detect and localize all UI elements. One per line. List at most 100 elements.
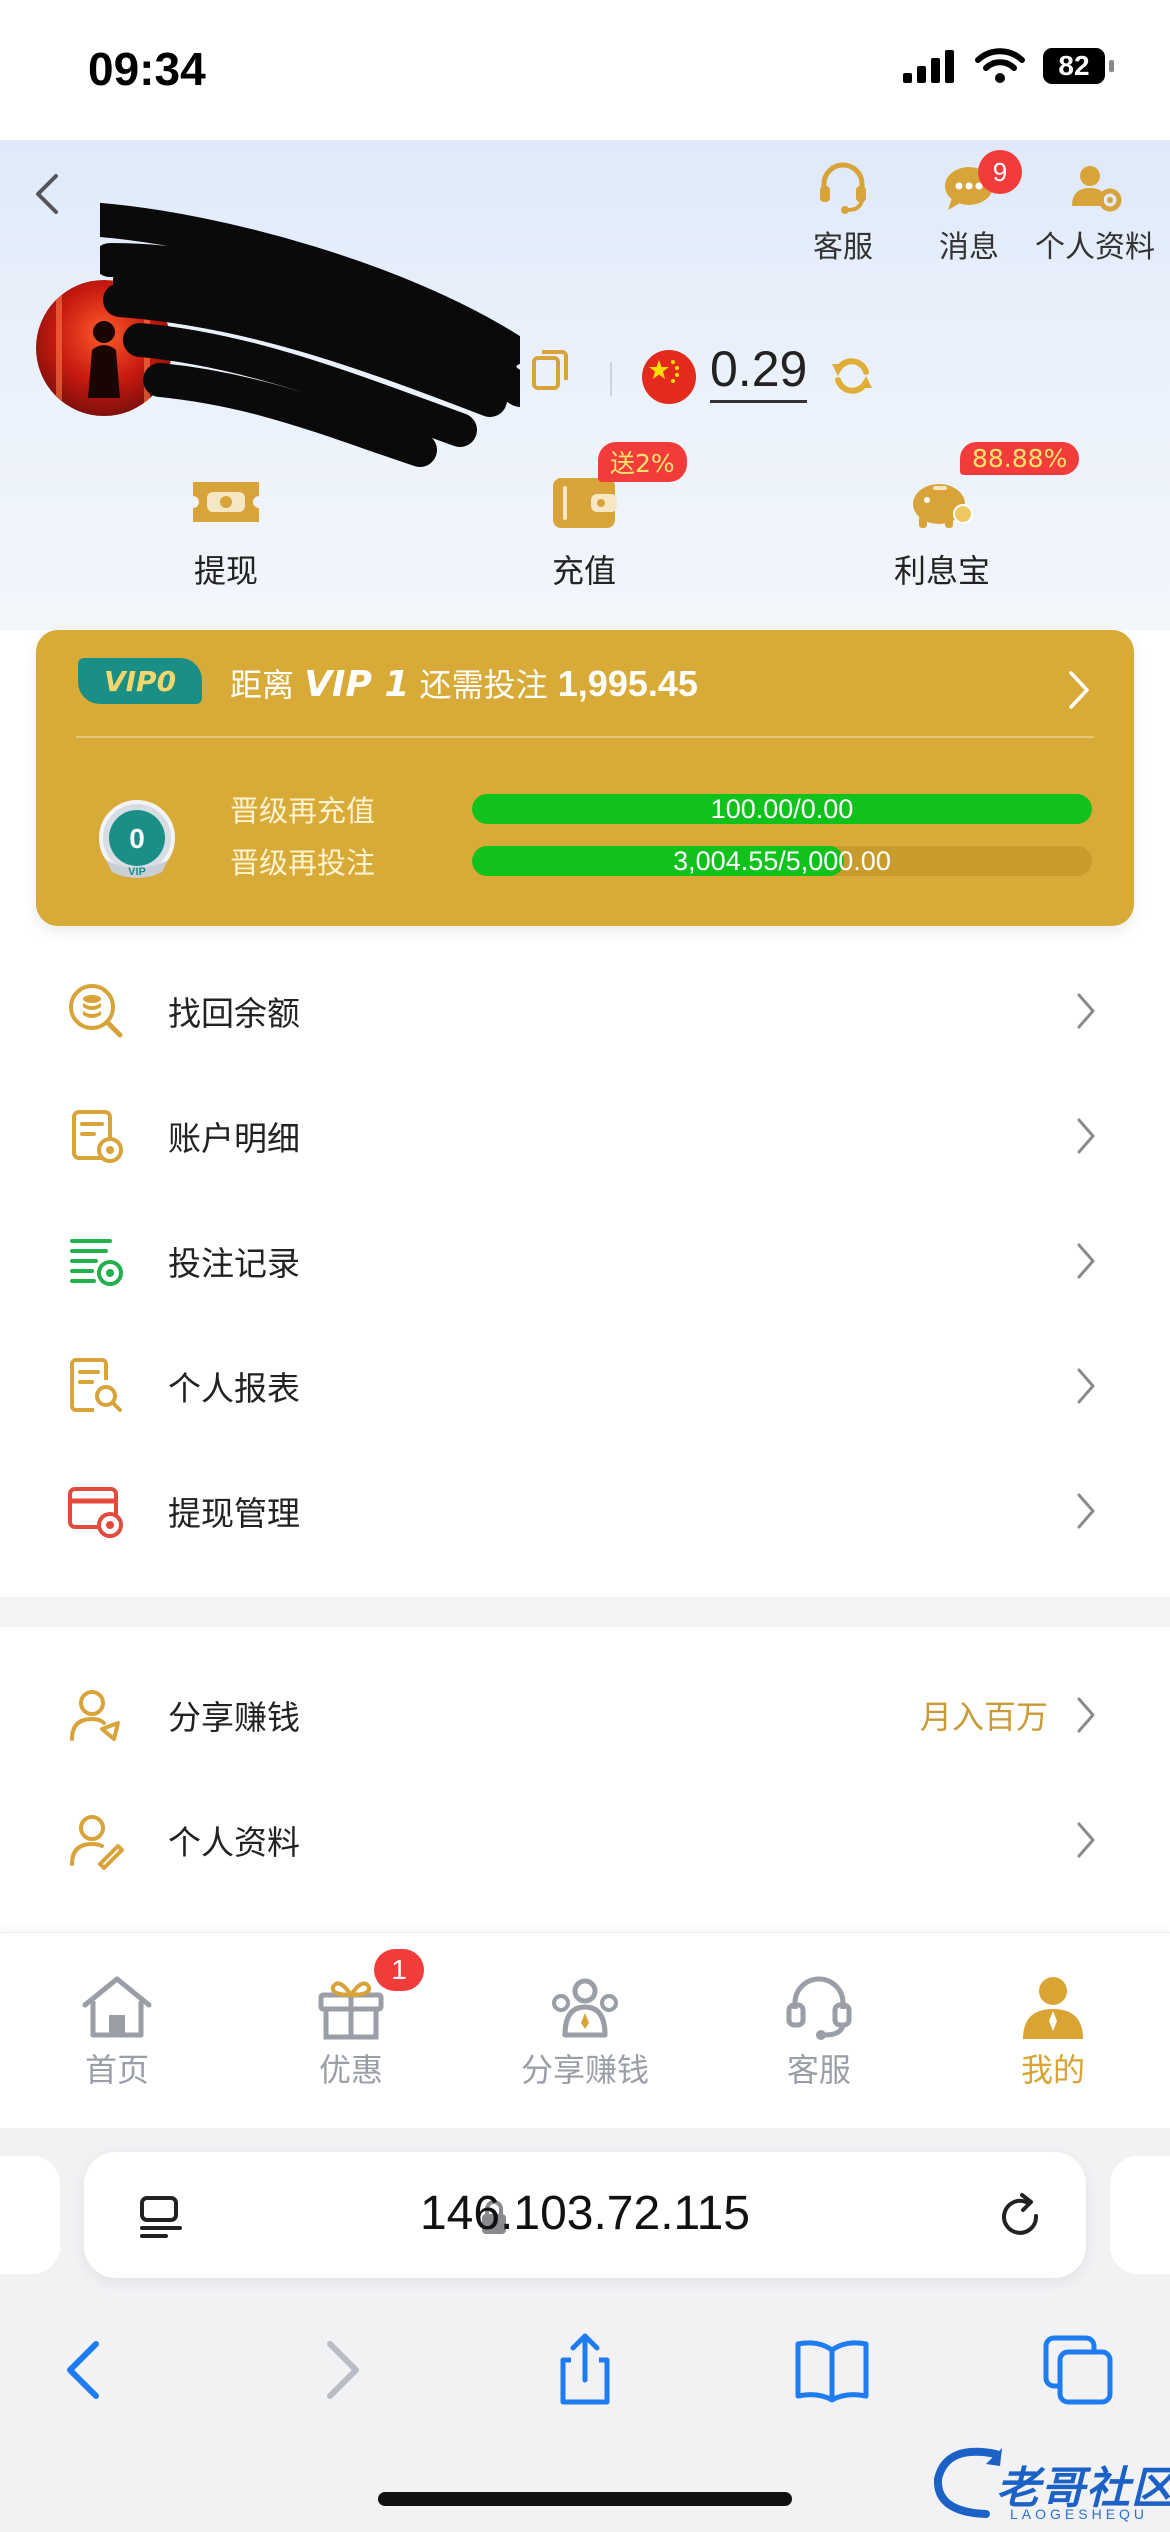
account-menu-secondary: 分享赚钱 月入百万 个人资料 [0, 1652, 1170, 1902]
withdraw-label: 提现 [193, 552, 258, 590]
chevron-right-icon [1077, 1493, 1095, 1528]
share-icon[interactable] [545, 2330, 625, 2410]
home-icon [82, 1976, 152, 2038]
edit-user-icon [70, 1814, 124, 1870]
bottom-tab-bar: 首页 1 优惠 分享赚钱 客服 我的 [0, 1932, 1170, 2129]
copy-icon[interactable] [530, 348, 570, 392]
tab-mine[interactable]: 我的 [936, 1933, 1170, 2129]
tab-customer-service[interactable]: 客服 [702, 1933, 936, 2129]
menu-label: 找回余额 [168, 993, 300, 1033]
piggy-bank-icon [913, 484, 973, 528]
menu-item-recover-balance[interactable]: 找回余额 [0, 948, 1170, 1073]
tab-label: 优惠 [318, 2051, 383, 2089]
menu-item-share-earn[interactable]: 分享赚钱 月入百万 [0, 1652, 1170, 1777]
interest-treasure-label: 利息宝 [893, 552, 990, 590]
browser-forward-icon[interactable] [300, 2330, 380, 2410]
profile-label: 个人资料 [1035, 230, 1155, 265]
tabs-icon[interactable] [1038, 2330, 1118, 2410]
account-menu: 找回余额 账户明细 投注记录 个人报表 提现管理 [0, 948, 1170, 1573]
menu-item-withdraw-management[interactable]: 提现管理 [0, 1448, 1170, 1573]
vip-remaining-amount: 1,995.45 [557, 663, 698, 704]
chevron-right-icon [1077, 1822, 1095, 1857]
gift-icon [318, 1981, 384, 2040]
interest-treasure-button[interactable]: 88.88% 利息宝 [842, 442, 1080, 592]
menu-label: 投注记录 [168, 1243, 300, 1283]
headset-icon [786, 1976, 852, 2040]
browser-chrome: 146.103.72.115 老哥社区 LAOGESHEQU [0, 2128, 1170, 2532]
tab-home[interactable]: 首页 [0, 1933, 234, 2129]
profile-button[interactable]: 个人资料 [1034, 156, 1156, 266]
chevron-right-icon[interactable] [1068, 670, 1090, 710]
menu-item-personal-info[interactable]: 个人资料 [0, 1777, 1170, 1902]
vip-next-level: VIP 1 [304, 664, 410, 705]
chevron-right-icon [1077, 1697, 1095, 1732]
menu-label: 个人报表 [168, 1368, 300, 1408]
share-people-icon [552, 1978, 618, 2038]
section-divider [0, 1597, 1170, 1627]
browser-toolbar [0, 2318, 1170, 2428]
menu-item-personal-report[interactable]: 个人报表 [0, 1323, 1170, 1448]
next-tab-preview[interactable] [1110, 2156, 1170, 2274]
tab-label: 首页 [84, 2051, 149, 2089]
menu-label: 分享赚钱 [168, 1697, 300, 1737]
vip-medal-icon: 0 VIP [99, 800, 175, 878]
url-text: 146.103.72.115 [419, 2187, 751, 2240]
previous-tab-preview[interactable] [0, 2156, 60, 2274]
wallet-balance[interactable]: 0.29 [710, 340, 808, 403]
browser-back-icon[interactable] [46, 2330, 126, 2410]
vip-middle: 还需投注 [419, 666, 548, 704]
promotions-badge: 1 [374, 1949, 424, 1991]
customer-service-label: 客服 [813, 230, 873, 265]
battery-tip [1109, 60, 1114, 72]
upgrade-bet-value: 3,004.55/5,000.00 [673, 846, 891, 876]
svg-text:0: 0 [129, 823, 145, 854]
menu-label: 账户明细 [168, 1118, 300, 1158]
vip-card-divider [76, 736, 1094, 738]
withdraw-ticket-icon [193, 482, 259, 522]
messages-badge: 9 [978, 150, 1022, 194]
upgrade-deposit-value: 100.00/0.00 [710, 794, 854, 824]
tab-promotions[interactable]: 1 优惠 [234, 1933, 468, 2129]
headset-icon [820, 162, 866, 214]
bet-record-icon [70, 1238, 123, 1286]
report-search-icon [70, 1357, 122, 1412]
upgrade-bet-progress: 3,004.55/5,000.00 [472, 846, 1092, 876]
tab-share-earn[interactable]: 分享赚钱 [468, 1933, 702, 2129]
deposit-button[interactable]: 送2% 充值 [484, 442, 687, 592]
messages-button[interactable]: 9 消息 [908, 150, 1030, 266]
menu-item-account-details[interactable]: 账户明细 [0, 1073, 1170, 1198]
customer-service-button[interactable]: 客服 [782, 156, 904, 266]
bookmarks-icon[interactable] [792, 2330, 872, 2410]
status-time: 09:34 [88, 43, 206, 95]
refresh-balance-icon[interactable] [828, 352, 876, 400]
account-header: 客服 9 消息 个人资料 0.29 提现 送2% 充值 88.88% 利息宝 [0, 140, 1170, 630]
chevron-right-icon [1077, 1368, 1095, 1403]
site-watermark: 老哥社区 LAOGESHEQU [926, 2428, 1170, 2528]
back-arrow-icon[interactable] [28, 166, 68, 222]
upgrade-bet-label: 晋级再投注 [230, 846, 376, 880]
address-bar[interactable]: 146.103.72.115 [84, 2152, 1086, 2278]
interest-rate-badge: 88.88% [960, 442, 1080, 475]
chevron-right-icon [1077, 993, 1095, 1028]
share-earn-promo: 月入百万 [919, 1697, 1048, 1736]
status-bar: 09:34 82 [0, 0, 1170, 140]
vip-progress-card[interactable]: VIP0 距离 VIP 1 还需投注 1,995.45 0 VIP 晋级再充值 … [36, 630, 1134, 926]
vip-level-tag: VIP0 [78, 658, 202, 704]
header-divider [610, 362, 612, 396]
messages-label: 消息 [939, 230, 999, 265]
reload-icon[interactable] [996, 2192, 1046, 2242]
deposit-bonus-badge: 送2% [598, 442, 687, 482]
home-indicator [378, 2492, 792, 2506]
cellular-signal-icon [903, 50, 954, 83]
watermark-subtext: LAOGESHEQU [1010, 2506, 1149, 2522]
withdraw-button[interactable]: 提现 [126, 470, 326, 592]
menu-item-bet-records[interactable]: 投注记录 [0, 1198, 1170, 1323]
wifi-icon [975, 48, 1025, 83]
account-detail-icon [72, 1109, 123, 1163]
profile-icon [1023, 1977, 1083, 2039]
balance-search-icon [69, 983, 123, 1037]
deposit-label: 充值 [551, 552, 616, 590]
battery-indicator: 82 [1043, 48, 1105, 84]
vip-level-badge: 0 VIP [92, 798, 182, 888]
user-settings-icon [1072, 166, 1122, 212]
